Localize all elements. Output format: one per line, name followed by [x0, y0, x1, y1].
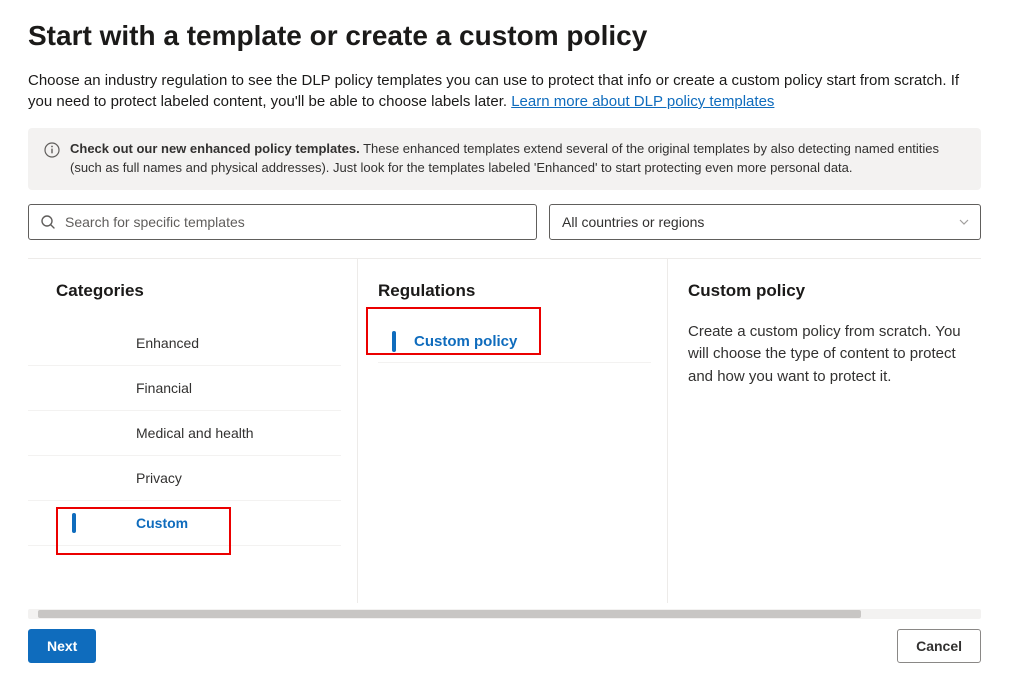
search-icon — [40, 214, 56, 230]
regulation-custom-policy[interactable]: Custom policy — [378, 321, 651, 363]
search-wrapper — [28, 204, 537, 240]
category-enhanced[interactable]: Enhanced — [28, 321, 341, 366]
info-banner: Check out our new enhanced policy templa… — [28, 128, 981, 190]
category-privacy[interactable]: Privacy — [28, 456, 341, 501]
region-select[interactable]: All countries or regions — [549, 204, 981, 240]
region-select-label: All countries or regions — [562, 214, 704, 230]
page-description: Choose an industry regulation to see the… — [28, 70, 981, 112]
page-title: Start with a template or create a custom… — [28, 20, 981, 52]
regulations-header: Regulations — [378, 281, 651, 301]
learn-more-link[interactable]: Learn more about DLP policy templates — [511, 93, 774, 110]
banner-bold: Check out our new enhanced policy templa… — [70, 141, 360, 156]
category-medical[interactable]: Medical and health — [28, 411, 341, 456]
category-custom[interactable]: Custom — [28, 501, 341, 546]
chevron-down-icon — [958, 216, 970, 228]
categories-list: Enhanced Financial Medical and health Pr… — [28, 321, 341, 546]
horizontal-scrollbar[interactable] — [28, 609, 981, 619]
next-button[interactable]: Next — [28, 629, 96, 663]
categories-header: Categories — [56, 281, 341, 301]
category-financial[interactable]: Financial — [28, 366, 341, 411]
search-input[interactable] — [28, 204, 537, 240]
detail-description: Create a custom policy from scratch. You… — [688, 321, 981, 389]
detail-title: Custom policy — [688, 281, 981, 301]
cancel-button[interactable]: Cancel — [897, 629, 981, 663]
info-icon — [44, 142, 60, 158]
scrollbar-thumb[interactable] — [38, 610, 861, 618]
